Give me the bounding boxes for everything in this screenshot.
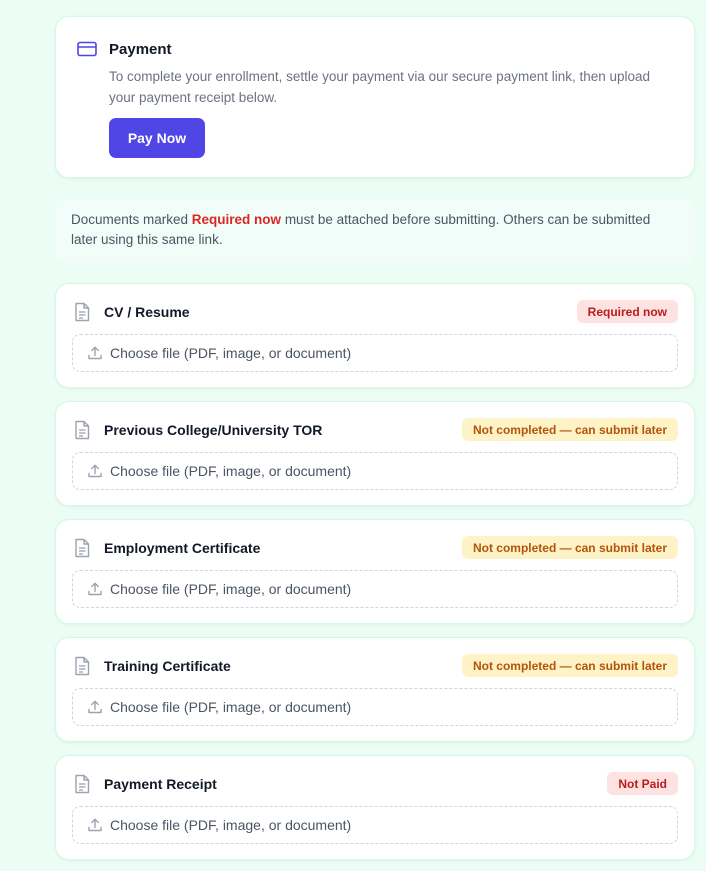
document-title: Payment Receipt <box>104 776 217 792</box>
document-card-3: Employment Certificate Not completed — c… <box>55 519 695 624</box>
payment-title: Payment <box>109 41 172 58</box>
pay-now-button[interactable]: Pay Now <box>109 118 205 158</box>
credit-card-icon <box>77 41 97 57</box>
status-badge: Required now <box>576 300 678 323</box>
notice-required-highlight: Required now <box>191 212 282 227</box>
file-upload-label: Choose file (PDF, image, or document) <box>110 817 352 833</box>
file-text-icon <box>75 774 90 794</box>
document-title: Previous College/University TOR <box>104 422 323 438</box>
payment-description: To complete your enrollment, settle your… <box>109 69 651 105</box>
document-card-1: CV / Resume Required now Choose file (PD… <box>55 283 695 388</box>
upload-icon <box>88 464 102 478</box>
file-text-icon <box>75 538 90 558</box>
document-title: Training Certificate <box>104 658 231 674</box>
status-badge: Not completed — can submit later <box>461 536 678 559</box>
payment-card: Payment To complete your enrollment, set… <box>55 16 695 178</box>
notice-prefix: Documents marked <box>71 212 192 227</box>
document-card-4: Training Certificate Not completed — can… <box>55 637 695 742</box>
status-badge: Not completed — can submit later <box>461 654 678 677</box>
file-upload-label: Choose file (PDF, image, or document) <box>110 345 352 361</box>
upload-icon <box>88 818 102 832</box>
document-list: CV / Resume Required now Choose file (PD… <box>55 283 695 860</box>
file-upload-label: Choose file (PDF, image, or document) <box>110 699 352 715</box>
document-card-2: Previous College/University TOR Not comp… <box>55 401 695 506</box>
file-upload-label: Choose file (PDF, image, or document) <box>110 463 352 479</box>
file-text-icon <box>75 420 90 440</box>
document-card-5: Payment Receipt Not Paid Choose file (PD… <box>55 755 695 860</box>
status-badge: Not Paid <box>607 772 678 795</box>
file-upload-label: Choose file (PDF, image, or document) <box>110 581 352 597</box>
file-upload-field[interactable]: Choose file (PDF, image, or document) <box>72 452 678 490</box>
file-upload-field[interactable]: Choose file (PDF, image, or document) <box>72 806 678 844</box>
enrollment-panel: Payment To complete your enrollment, set… <box>55 16 695 860</box>
document-title: Employment Certificate <box>104 540 261 556</box>
file-text-icon <box>75 656 90 676</box>
file-upload-field[interactable]: Choose file (PDF, image, or document) <box>72 688 678 726</box>
upload-icon <box>88 346 102 360</box>
file-upload-field[interactable]: Choose file (PDF, image, or document) <box>72 334 678 372</box>
file-text-icon <box>75 302 90 322</box>
upload-icon <box>88 582 102 596</box>
status-badge: Not completed — can submit later <box>461 418 678 441</box>
file-upload-field[interactable]: Choose file (PDF, image, or document) <box>72 570 678 608</box>
requirements-notice: Documents marked Required now must be at… <box>55 199 695 263</box>
upload-icon <box>88 700 102 714</box>
document-title: CV / Resume <box>104 304 190 320</box>
